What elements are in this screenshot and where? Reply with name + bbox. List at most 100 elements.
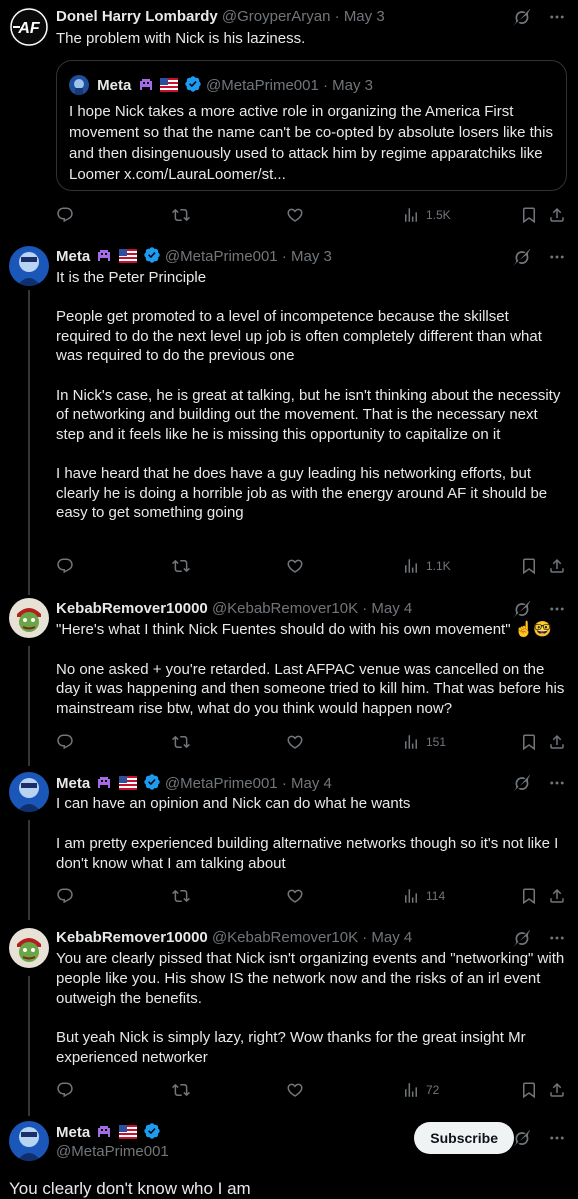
more-icon[interactable] xyxy=(548,600,566,618)
handle-date[interactable]: @MetaPrime001 · May 3 xyxy=(165,248,332,265)
header-actions xyxy=(512,8,566,26)
repost-icon[interactable] xyxy=(172,886,190,906)
post-header: Meta @MetaPrime001 · May 3 xyxy=(56,246,518,266)
post-header: Donel Harry Lombardy @GroyperAryan · May… xyxy=(56,7,518,27)
avatar[interactable]: AF xyxy=(9,7,49,47)
handle-date[interactable]: @MetaPrime001 · May 4 xyxy=(165,775,332,792)
post-3[interactable]: KebabRemover10000 @KebabRemover10K · May… xyxy=(0,590,578,765)
handle-date[interactable]: @KebabRemover10K · May 4 xyxy=(212,600,412,617)
alien-emoji xyxy=(96,247,112,266)
like-icon[interactable] xyxy=(286,556,304,576)
views-icon xyxy=(402,733,420,751)
display-name[interactable]: Meta xyxy=(56,775,90,792)
share-icon[interactable] xyxy=(548,205,566,225)
post-header: KebabRemover10000 @KebabRemover10K · May… xyxy=(56,599,518,619)
like-icon[interactable] xyxy=(286,886,304,906)
quoted-post[interactable]: Meta @MetaPrime001 · May 3 I hope Nick t… xyxy=(56,60,567,191)
share-icon[interactable] xyxy=(548,732,566,752)
reply-icon[interactable] xyxy=(56,1080,74,1100)
action-bar: 1.5K xyxy=(56,205,564,225)
verified-icon xyxy=(143,773,161,793)
display-name[interactable]: Meta xyxy=(56,248,90,265)
views-icon xyxy=(402,1081,420,1099)
subscribe-button[interactable]: Subscribe xyxy=(414,1122,514,1154)
display-name[interactable]: KebabRemover10000 xyxy=(56,929,208,946)
views-count: 151 xyxy=(426,735,447,749)
views-button[interactable]: 1.5K xyxy=(402,205,451,225)
like-icon[interactable] xyxy=(286,205,304,225)
reply-icon[interactable] xyxy=(56,556,74,576)
repost-icon[interactable] xyxy=(172,732,190,752)
post-header: Meta @MetaPrime001 · May 4 xyxy=(56,773,518,793)
repost-icon[interactable] xyxy=(172,556,190,576)
header-actions xyxy=(512,774,566,792)
post-5[interactable]: KebabRemover10000 @KebabRemover10K · May… xyxy=(0,920,578,1115)
alien-emoji xyxy=(96,1123,112,1142)
post-text: I can have an opinion and Nick can do wh… xyxy=(56,795,559,872)
us-flag-emoji xyxy=(118,249,137,266)
views-button[interactable]: 1.1K xyxy=(402,556,451,576)
post-text: "Here's what I think Nick Fuentes should… xyxy=(56,621,565,718)
more-icon[interactable] xyxy=(548,248,566,266)
grok-icon[interactable] xyxy=(512,600,530,618)
grok-icon[interactable] xyxy=(512,8,530,26)
reply-icon[interactable] xyxy=(56,205,74,225)
repost-icon[interactable] xyxy=(172,1080,190,1100)
alien-emoji xyxy=(138,76,154,98)
us-flag-emoji xyxy=(118,776,137,793)
display-name[interactable]: Donel Harry Lombardy xyxy=(56,8,218,25)
display-name[interactable]: KebabRemover10000 xyxy=(56,600,208,617)
action-bar: 151 xyxy=(56,732,564,752)
more-icon[interactable] xyxy=(548,1129,566,1147)
us-flag-emoji xyxy=(118,1125,137,1142)
post-2[interactable]: Meta @MetaPrime001 · May 3 It is the Pet… xyxy=(0,238,578,590)
handle[interactable]: @MetaPrime001 xyxy=(56,1143,169,1160)
share-icon[interactable] xyxy=(548,1080,566,1100)
bookmark-icon[interactable] xyxy=(520,732,538,752)
quote-display-name: Meta xyxy=(97,77,132,94)
avatar[interactable] xyxy=(9,246,49,286)
avatar[interactable] xyxy=(9,1121,49,1161)
quote-header: Meta @MetaPrime001 · May 3 xyxy=(69,75,373,95)
handle-date[interactable]: @KebabRemover10K · May 4 xyxy=(212,929,412,946)
bookmark-icon[interactable] xyxy=(520,886,538,906)
post-1[interactable]: AF Donel Harry Lombardy @GroyperAryan · … xyxy=(0,0,578,238)
bookmark-icon[interactable] xyxy=(520,1080,538,1100)
handle-date[interactable]: @GroyperAryan · May 3 xyxy=(222,8,385,25)
views-count: 1.5K xyxy=(426,208,451,222)
header-actions xyxy=(512,1129,566,1147)
more-icon[interactable] xyxy=(548,774,566,792)
avatar[interactable] xyxy=(9,928,49,968)
share-icon[interactable] xyxy=(548,556,566,576)
like-icon[interactable] xyxy=(286,1080,304,1100)
header-actions xyxy=(512,929,566,947)
verified-icon xyxy=(143,246,161,266)
post-header: KebabRemover10000 @KebabRemover10K · May… xyxy=(56,928,518,948)
post-text: The problem with Nick is his laziness. xyxy=(56,30,306,47)
alien-emoji xyxy=(96,774,112,793)
grok-icon[interactable] xyxy=(512,929,530,947)
post-4[interactable]: Meta @MetaPrime001 · May 4 I can have an… xyxy=(0,765,578,920)
avatar[interactable] xyxy=(9,772,49,812)
grok-icon[interactable] xyxy=(512,774,530,792)
focused-post-text: You clearly don't know who I am xyxy=(9,1179,251,1198)
reply-icon[interactable] xyxy=(56,886,74,906)
avatar[interactable] xyxy=(9,598,49,638)
display-name[interactable]: Meta xyxy=(56,1124,90,1141)
bookmark-icon[interactable] xyxy=(520,205,538,225)
views-button[interactable]: 114 xyxy=(402,886,445,906)
more-icon[interactable] xyxy=(548,8,566,26)
views-button[interactable]: 72 xyxy=(402,1080,439,1100)
bookmark-icon[interactable] xyxy=(520,556,538,576)
grok-icon[interactable] xyxy=(512,1129,530,1147)
share-icon[interactable] xyxy=(548,886,566,906)
action-bar: 72 xyxy=(56,1080,564,1100)
grok-icon[interactable] xyxy=(512,248,530,266)
action-bar: 1.1K xyxy=(56,556,564,576)
like-icon[interactable] xyxy=(286,732,304,752)
views-button[interactable]: 151 xyxy=(402,732,446,752)
repost-icon[interactable] xyxy=(172,205,190,225)
more-icon[interactable] xyxy=(548,929,566,947)
reply-icon[interactable] xyxy=(56,732,74,752)
us-flag-emoji xyxy=(159,78,178,98)
